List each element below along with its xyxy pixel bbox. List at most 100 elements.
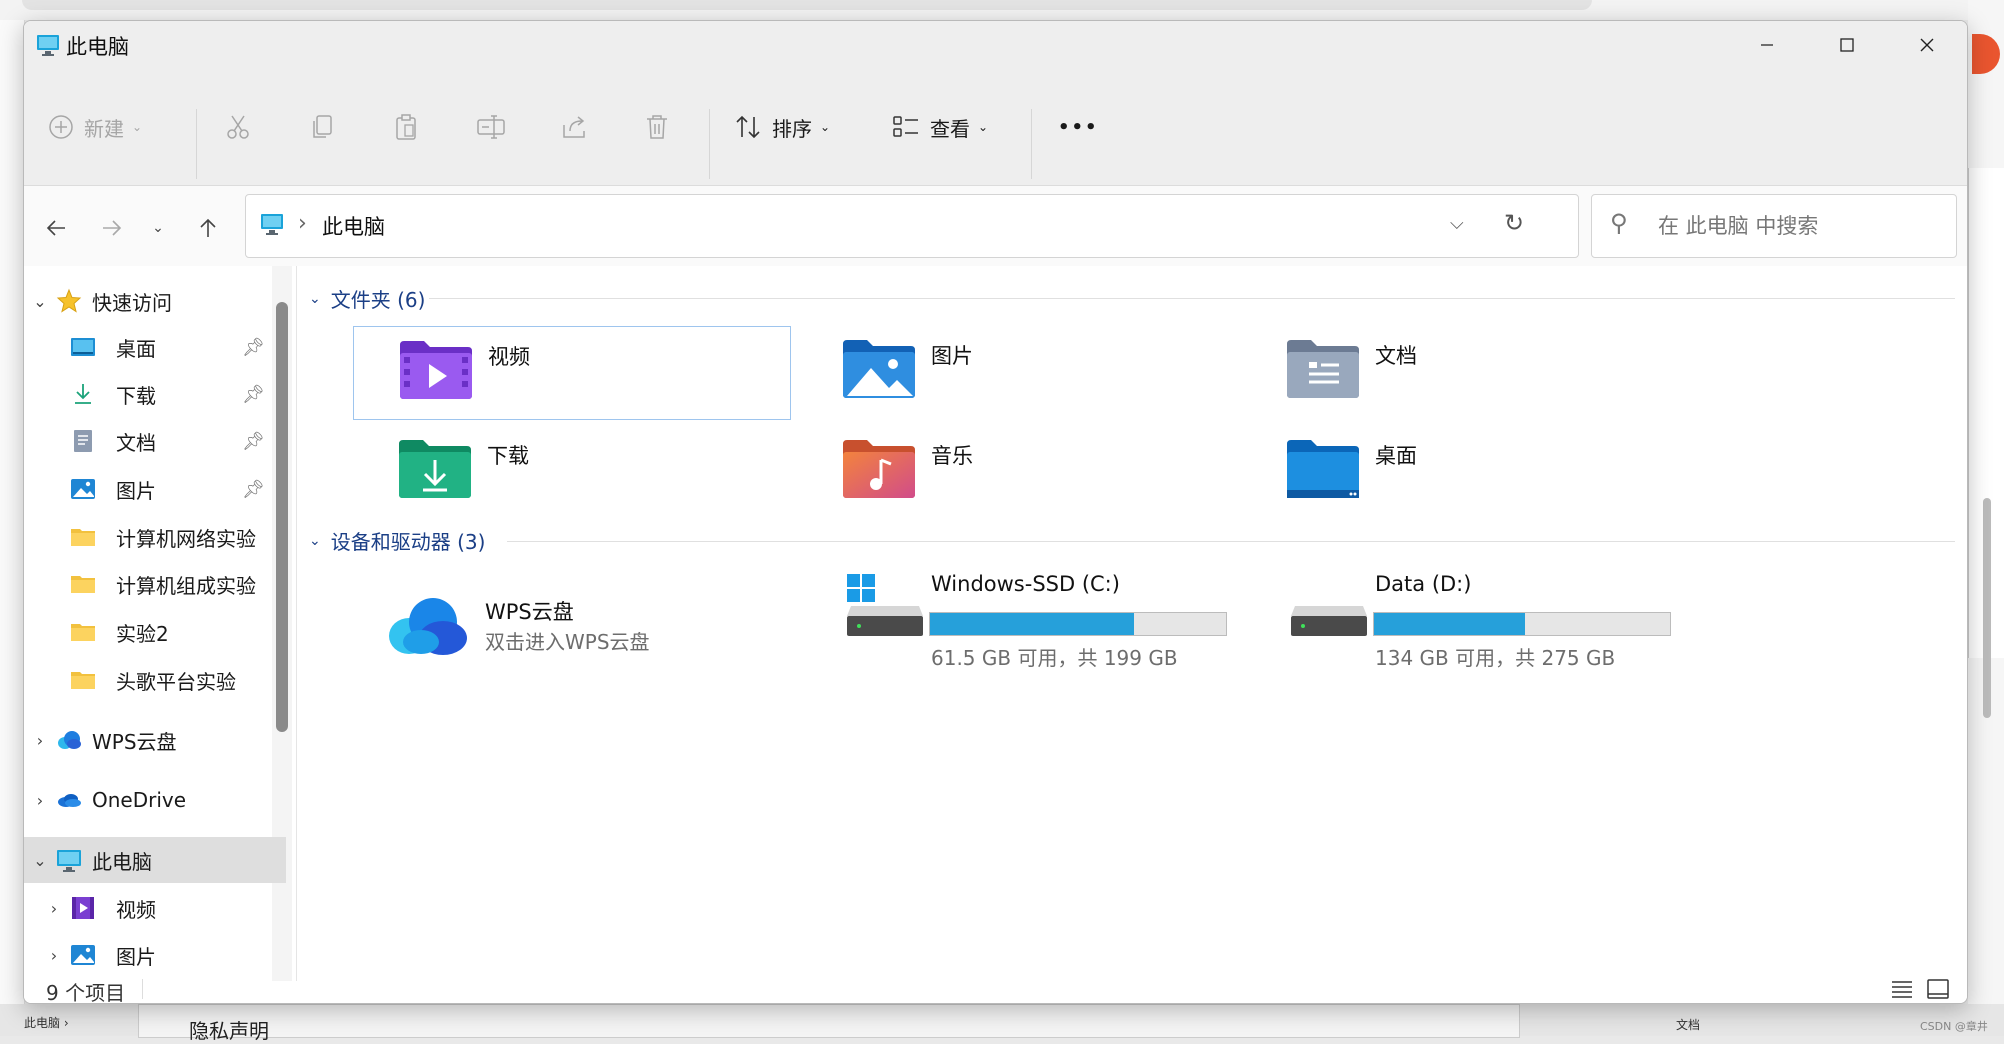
pin-icon[interactable]: 📌︎ — [242, 384, 265, 405]
chevron-down-icon: ⌄ — [978, 120, 989, 134]
sidebar-item-label: OneDrive — [92, 788, 187, 812]
background-privacy-panel: 隐私声明 — [138, 1004, 1520, 1043]
sidebar-item-folder[interactable]: 实验2 — [24, 609, 286, 655]
arrow-up-icon — [200, 218, 216, 237]
maximize-button[interactable] — [1807, 21, 1887, 69]
address-dropdown-icon[interactable]: ⌵ — [1450, 213, 1464, 234]
navigation-pane: ⌄ 快速访问 桌面 📌︎ 下载 📌︎ 文档 📌︎ 图片 📌︎ 计算机网络实验 计… — [24, 266, 296, 981]
sidebar-item-wps-cloud[interactable]: › WPS云盘 — [24, 717, 286, 763]
large-icons-view-button[interactable] — [1924, 975, 1952, 1003]
sidebar-item-folder[interactable]: 头歌平台实验 — [24, 657, 286, 703]
background-panel — [1968, 168, 2004, 718]
folder-label: 图片 — [931, 344, 973, 368]
delete-button[interactable] — [644, 101, 670, 153]
chevron-down-icon[interactable]: ⌄ — [30, 851, 50, 870]
share-button[interactable] — [560, 101, 588, 153]
forward-button[interactable] — [92, 208, 132, 248]
chevron-down-icon: ⌄ — [820, 120, 831, 134]
sidebar-item-desktop[interactable]: 桌面 📌︎ — [24, 324, 286, 370]
refresh-icon[interactable]: ↻ — [1504, 209, 1524, 237]
folder-tile[interactable]: 文档 — [1241, 326, 1677, 418]
maximize-icon — [1840, 38, 1854, 52]
copy-button[interactable] — [308, 101, 336, 153]
wps-cloud-icon — [389, 598, 467, 655]
device-name: Windows-SSD (C:) — [931, 572, 1120, 596]
downloads-folder-icon — [399, 440, 471, 498]
device-tile[interactable]: Data (D:) 134 GB 可用，共 275 GB — [1287, 572, 1723, 682]
background-top-bar — [0, 0, 2004, 20]
title-bar: 此电脑 — [24, 21, 1967, 69]
sidebar-item-videos[interactable]: › 视频 — [24, 885, 286, 931]
new-label: 新建 — [84, 116, 124, 141]
pin-icon[interactable]: 📌︎ — [242, 431, 265, 452]
device-tile[interactable]: Windows-SSD (C:) 61.5 GB 可用，共 199 GB — [843, 572, 1279, 682]
folder-tile[interactable]: 图片 — [797, 326, 1233, 418]
status-divider — [142, 979, 143, 999]
minimize-button[interactable] — [1727, 21, 1807, 69]
pin-icon[interactable]: 📌︎ — [242, 337, 265, 358]
toolbar-divider — [1031, 109, 1032, 179]
desktop-folder-icon — [1287, 440, 1359, 498]
sidebar-item-pictures-pc[interactable]: › 图片 — [24, 932, 286, 978]
sort-label: 排序 — [772, 116, 812, 141]
back-button[interactable] — [36, 208, 76, 248]
view-icon — [893, 116, 918, 137]
details-view-button[interactable] — [1888, 975, 1916, 1003]
chevron-right-icon[interactable]: › — [44, 899, 64, 918]
sidebar-item-pictures[interactable]: 图片 📌︎ — [24, 466, 286, 512]
rename-button[interactable] — [476, 101, 506, 153]
folder-tile[interactable]: 桌面 — [1241, 426, 1677, 518]
devices-group-header[interactable]: ⌄ 设备和驱动器 (3) — [309, 526, 485, 555]
breadcrumb[interactable]: 此电脑 — [322, 211, 385, 241]
chevron-down-icon: ⌄ — [309, 290, 321, 307]
chevron-right-icon[interactable]: › — [44, 946, 64, 965]
this-pc-icon — [261, 214, 283, 235]
more-options-button[interactable]: ••• — [1058, 101, 1099, 153]
device-tile[interactable]: WPS云盘 双击进入WPS云盘 — [389, 584, 829, 694]
recent-locations-button[interactable]: ⌄ — [138, 208, 178, 248]
folder-tile[interactable]: 音乐 — [797, 426, 1233, 518]
chevron-right-icon[interactable]: › — [30, 731, 50, 750]
paste-button[interactable] — [392, 101, 420, 153]
cut-button[interactable] — [224, 101, 252, 153]
rename-icon — [477, 115, 505, 139]
sidebar-item-label: 实验2 — [116, 621, 169, 646]
sidebar-item-documents[interactable]: 文档 📌︎ — [24, 418, 286, 464]
sort-button[interactable]: 排序 ⌄ — [734, 101, 830, 153]
sidebar-item-this-pc[interactable]: ⌄ 此电脑 — [24, 837, 286, 883]
sidebar-item-onedrive[interactable]: › OneDrive — [24, 777, 286, 823]
device-name: WPS云盘 — [485, 600, 574, 624]
address-bar[interactable]: › 此电脑 ⌵ ↻ — [245, 194, 1579, 258]
sidebar-item-quick-access[interactable]: ⌄ 快速访问 — [24, 278, 286, 324]
file-explorer-window: 此电脑 新建 ⌄ 排序 ⌄ 查看 ⌄ ••• ⌄ › 此电脑 ⌵ ↻ ⚲ 在 此… — [23, 20, 1968, 1004]
music-folder-icon — [843, 440, 915, 498]
sidebar-item-downloads[interactable]: 下载 📌︎ — [24, 371, 286, 417]
folder-tile[interactable]: 下载 — [353, 426, 789, 518]
pictures-folder-icon — [843, 340, 915, 398]
videos-icon — [72, 897, 94, 919]
folder-tile[interactable]: 视频 — [353, 326, 791, 420]
drive-usage-bar — [929, 612, 1227, 636]
folders-group-header[interactable]: ⌄ 文件夹 (6) — [309, 284, 425, 313]
chevron-right-icon[interactable]: › — [30, 791, 50, 810]
search-box[interactable]: ⚲ — [1591, 194, 1957, 258]
up-button[interactable] — [188, 208, 228, 248]
chevron-down-icon: ⌄ — [132, 120, 143, 134]
navigation-bar: ⌄ › 此电脑 ⌵ ↻ ⚲ — [24, 186, 1967, 266]
drive-usage-fill — [930, 613, 1135, 635]
folder-label: 音乐 — [931, 444, 973, 468]
view-label: 查看 — [930, 116, 970, 141]
folder-icon — [71, 672, 95, 689]
sidebar-item-folder[interactable]: 计算机网络实验 — [24, 514, 286, 560]
close-button[interactable] — [1887, 21, 1967, 69]
search-input[interactable] — [1656, 209, 1940, 243]
sidebar-item-label: 下载 — [116, 383, 156, 408]
new-button[interactable]: 新建 ⌄ — [48, 101, 142, 153]
arrow-right-icon — [103, 220, 122, 236]
pin-icon[interactable]: 📌︎ — [242, 479, 265, 500]
chevron-down-icon[interactable]: ⌄ — [30, 292, 50, 311]
view-button[interactable]: 查看 ⌄ — [892, 101, 988, 153]
sort-icon — [736, 115, 760, 139]
arrow-left-icon — [46, 220, 65, 236]
sidebar-item-folder[interactable]: 计算机组成实验 — [24, 561, 286, 607]
